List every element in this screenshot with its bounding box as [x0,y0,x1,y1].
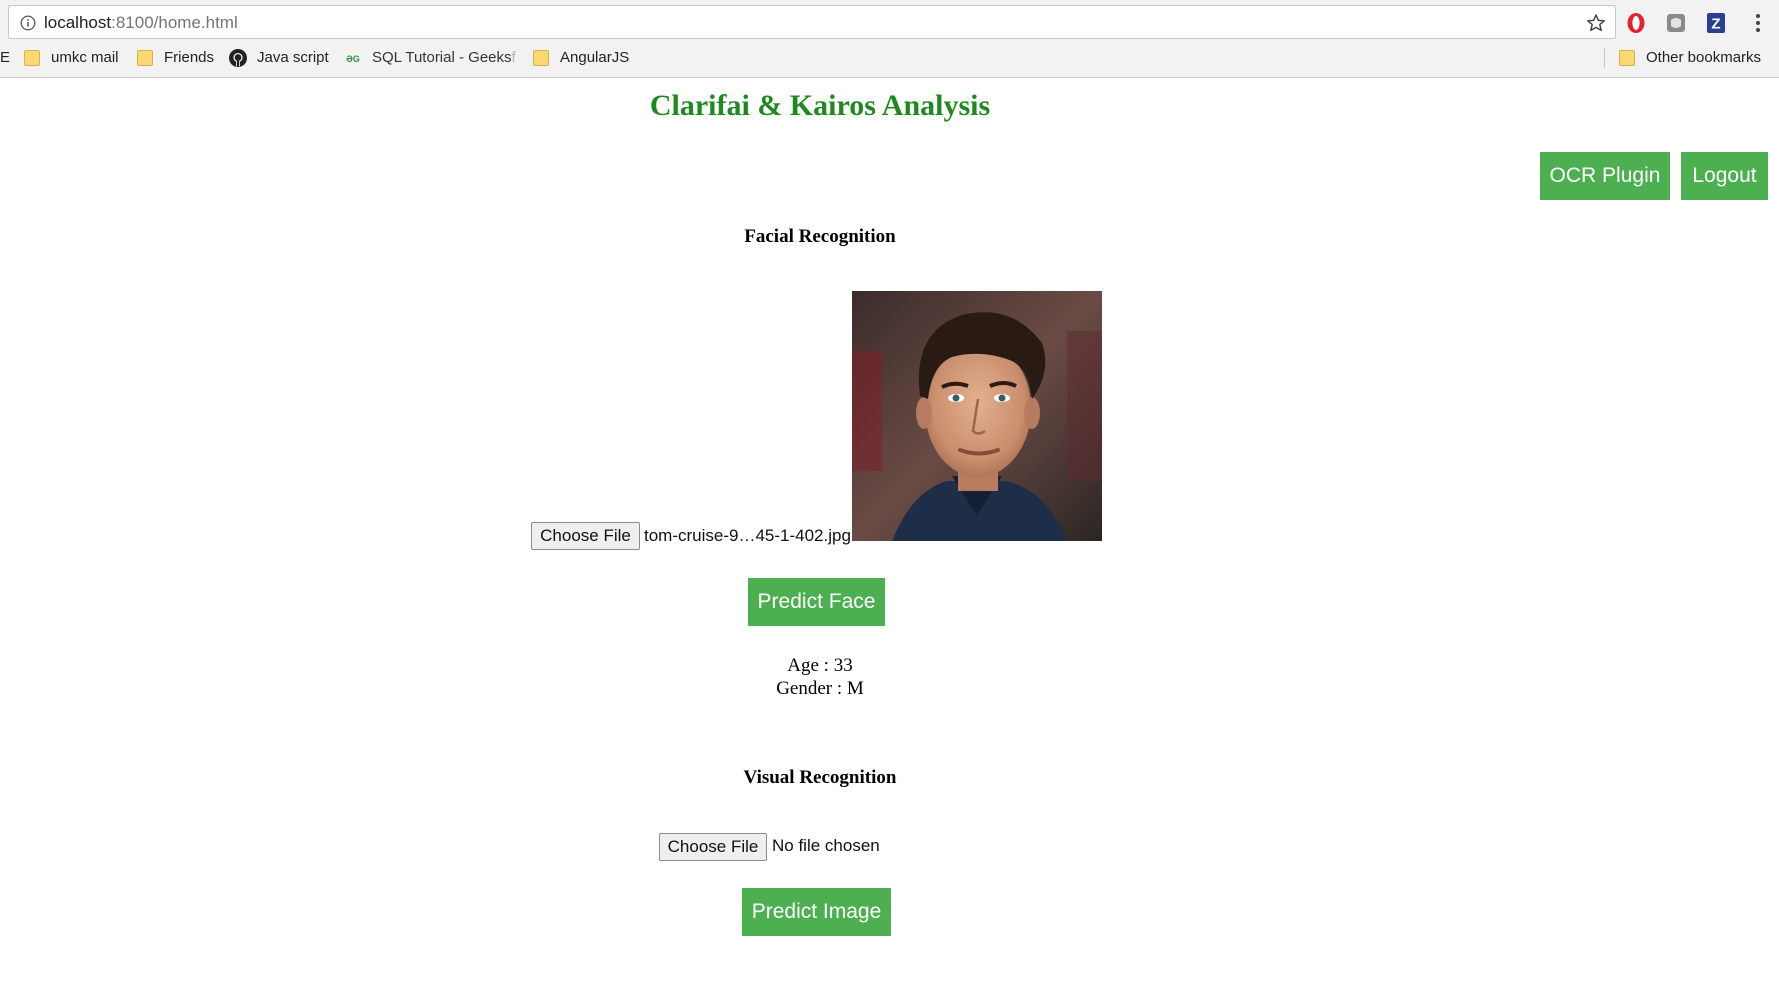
folder-icon [1619,50,1635,66]
bookmarks-bar: E umkc mail Friends Java script ƏG SQL T… [0,44,1779,72]
z-extension-label: Z [1711,16,1720,33]
gfg-icon: ƏG [346,54,360,64]
face-file-name: tom-cruise-9…45-1-402.jpg [644,526,851,545]
visual-choose-file-button[interactable]: Choose File [659,833,767,861]
star-icon[interactable] [1586,13,1606,33]
visual-file-name: No file chosen [772,836,880,855]
bookmark-cut-off-label: E [0,49,11,66]
facial-recognition-heading: Facial Recognition [744,226,896,247]
folder-icon [24,50,40,66]
bookmarks-divider [1604,48,1605,68]
bookmark-other-bookmarks-label: Other bookmarks [1646,49,1762,66]
opera-icon[interactable] [1625,12,1647,34]
github-icon [229,49,247,67]
page-title: Clarifai & Kairos Analysis [649,89,991,122]
bookmark-cut-off[interactable]: E [0,48,10,68]
face-preview-image [852,291,1102,541]
ocr-plugin-button[interactable]: OCR Plugin [1540,152,1670,200]
bookmark-umkc-mail-label: umkc mail [51,49,119,66]
age-result: Age : 33 [787,655,853,676]
extension-icon[interactable] [1665,12,1687,34]
menu-icon[interactable] [1748,11,1768,35]
url-text[interactable]: localhost:8100/home.html [44,13,238,33]
logout-button[interactable]: Logout [1681,152,1768,200]
url-host: localhost [44,13,112,32]
gender-result: Gender : M [776,678,864,699]
bookmark-sql-main: SQL Tutorial - Geeks [372,49,512,66]
bookmark-java-script-label: Java script [257,49,329,66]
svg-text:ƏG: ƏG [346,54,360,64]
address-bar[interactable]: localhost:8100/home.html [8,5,1616,39]
folder-icon [533,50,549,66]
visual-recognition-heading: Visual Recognition [743,767,897,788]
info-icon[interactable] [20,15,36,31]
bookmark-sql-tutorial-label: SQL Tutorial - Geeksf [372,48,516,68]
folder-icon [137,50,153,66]
predict-face-button[interactable]: Predict Face [748,578,885,626]
face-results: Age : 33 Gender : M [0,654,1640,700]
bookmark-sql-fade: f [511,49,516,66]
predict-image-button[interactable]: Predict Image [742,888,891,936]
browser-chrome: localhost:8100/home.html Z E umkc mail F… [0,0,1779,78]
face-choose-file-button[interactable]: Choose File [531,522,640,550]
bookmark-angularjs-label: AngularJS [560,49,630,66]
z-extension-icon[interactable]: Z [1705,12,1727,34]
bookmark-friends-label: Friends [164,49,215,66]
url-path: :8100/home.html [111,13,238,32]
